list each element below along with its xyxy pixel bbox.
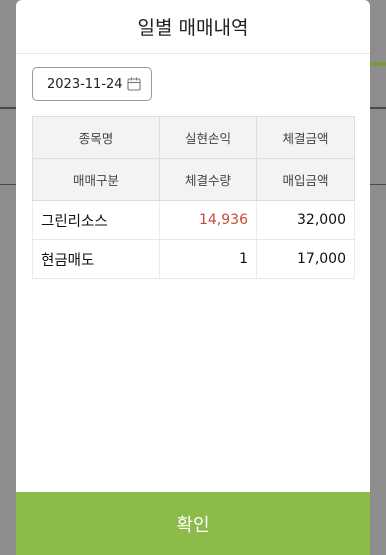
realized-pnl: 14,936 (159, 200, 257, 240)
stock-name: 그린리소스 (32, 200, 160, 240)
header-row: 매매구분 체결수량 매입금액 (32, 158, 355, 201)
calendar-icon (127, 77, 141, 91)
background-divider (0, 107, 16, 109)
header-executed-amount: 체결금액 (256, 116, 355, 159)
header-trade-type: 매매구분 (32, 158, 160, 201)
table-row: 현금매도 1 17,000 (32, 239, 355, 279)
header-purchase-amount: 매입금액 (256, 158, 355, 201)
header-row: 종목명 실현손익 체결금액 (32, 116, 355, 159)
date-value: 2023-11-24 (47, 76, 123, 92)
trade-table: 종목명 실현손익 체결금액 매매구분 체결수량 매입금액 그린리소스 14,93… (32, 116, 355, 279)
background-divider (370, 107, 386, 109)
date-picker[interactable]: 2023-11-24 (32, 67, 152, 101)
purchase-amount: 17,000 (256, 239, 355, 279)
background-divider (0, 184, 16, 185)
trade-type: 현금매도 (32, 239, 160, 279)
confirm-button[interactable]: 확인 (16, 492, 370, 555)
header-realized-pnl: 실현손익 (159, 116, 257, 159)
daily-trade-history-modal: 일별 매매내역 2023-11-24 종목명 실현손익 체결금액 매매구분 체결… (16, 0, 370, 555)
background-divider (370, 184, 386, 185)
header-stock-name: 종목명 (32, 116, 160, 159)
background-accent (368, 62, 386, 66)
header-executed-quantity: 체결수량 (159, 158, 257, 201)
table-row: 그린리소스 14,936 32,000 (32, 200, 355, 240)
modal-title: 일별 매매내역 (16, 0, 370, 54)
executed-quantity: 1 (159, 239, 257, 279)
executed-amount: 32,000 (256, 200, 355, 240)
